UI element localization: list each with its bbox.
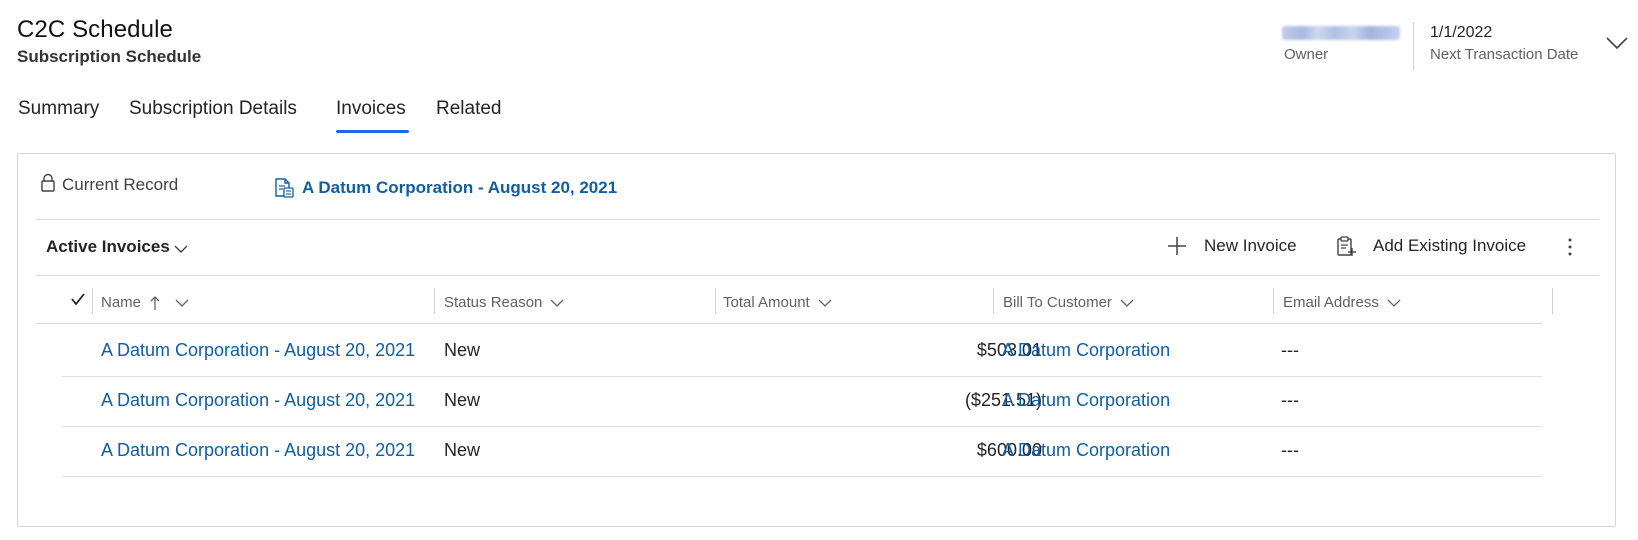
table-row[interactable]: A Datum Corporation - August 20, 2021 Ne… (62, 377, 1542, 427)
chevron-down-icon (550, 299, 564, 307)
more-options-icon[interactable] (1562, 236, 1578, 258)
invoice-name-link[interactable]: A Datum Corporation - August 20, 2021 (101, 340, 415, 361)
bill-to-customer-link[interactable]: A Datum Corporation (1002, 390, 1170, 411)
column-header-bill-to-customer[interactable]: Bill To Customer (1003, 294, 1134, 311)
column-header-bill-to-customer-label: Bill To Customer (1003, 294, 1112, 311)
invoice-document-icon (275, 178, 294, 198)
column-header-status-reason[interactable]: Status Reason (444, 294, 564, 311)
email-address-cell: --- (1281, 390, 1299, 410)
status-reason-cell: New (444, 340, 481, 360)
owner-field[interactable] (1282, 20, 1402, 40)
email-address-cell: --- (1281, 440, 1299, 460)
table-row[interactable]: A Datum Corporation - August 20, 2021 Ne… (62, 427, 1542, 477)
active-tab-indicator (336, 130, 409, 133)
tab-subscription-details[interactable]: Subscription Details (129, 98, 297, 120)
chevron-down-icon (175, 299, 189, 307)
chevron-down-icon (1120, 299, 1134, 307)
column-divider (434, 288, 435, 314)
status-reason-cell: New (444, 440, 481, 460)
chevron-down-icon (1387, 299, 1401, 307)
column-header-email-address-label: Email Address (1283, 294, 1379, 311)
column-divider (993, 288, 994, 314)
column-header-status-reason-label: Status Reason (444, 294, 543, 311)
page-subtitle: Subscription Schedule (17, 47, 202, 66)
email-address-cell: --- (1281, 340, 1299, 360)
bill-to-customer-link[interactable]: A Datum Corporation (1002, 440, 1170, 461)
sort-ascending-arrow-icon (150, 295, 160, 310)
column-header-name[interactable]: Name (101, 294, 189, 311)
expand-header-chevron-down-icon[interactable] (1604, 34, 1630, 52)
column-header-email-address[interactable]: Email Address (1283, 294, 1401, 311)
column-header-name-label: Name (101, 294, 142, 311)
tab-invoices[interactable]: Invoices (336, 98, 406, 120)
column-divider (1273, 288, 1274, 314)
status-reason-cell: New (444, 390, 481, 410)
bill-to-customer-link[interactable]: A Datum Corporation (1002, 340, 1170, 361)
new-invoice-button[interactable]: New Invoice (1166, 232, 1297, 260)
tab-summary[interactable]: Summary (18, 98, 99, 120)
lock-icon (41, 173, 55, 192)
add-existing-invoice-button[interactable]: Add Existing Invoice (1335, 232, 1526, 260)
column-header-total-amount[interactable]: Total Amount (723, 294, 832, 311)
column-divider (715, 288, 716, 314)
clipboard-add-icon (1337, 236, 1356, 256)
header-divider (1413, 22, 1414, 70)
next-transaction-date-label: Next Transaction Date (1430, 46, 1579, 63)
current-record-label: Current Record (62, 175, 179, 194)
new-invoice-label: New Invoice (1204, 236, 1297, 255)
tab-related[interactable]: Related (436, 98, 502, 120)
view-selector[interactable]: Active Invoices (46, 237, 170, 257)
chevron-down-icon (818, 299, 832, 307)
next-transaction-date-value: 1/1/2022 (1430, 24, 1493, 41)
owner-label: Owner (1284, 46, 1329, 63)
current-record-link[interactable]: A Datum Corporation - August 20, 2021 (302, 178, 617, 198)
column-divider (92, 288, 93, 314)
add-existing-invoice-label: Add Existing Invoice (1373, 236, 1527, 255)
table-row[interactable]: A Datum Corporation - August 20, 2021 Ne… (62, 327, 1542, 377)
view-chevron-down-icon[interactable] (174, 244, 188, 254)
plus-icon (1168, 237, 1186, 255)
owner-name-redacted[interactable] (1282, 26, 1400, 40)
column-header-total-amount-label: Total Amount (723, 294, 810, 311)
select-all-checkmark-icon[interactable] (70, 291, 86, 307)
page-title: C2C Schedule (17, 16, 173, 43)
panel-divider (36, 219, 1599, 220)
column-divider (1552, 288, 1553, 314)
invoice-name-link[interactable]: A Datum Corporation - August 20, 2021 (101, 440, 415, 461)
invoice-name-link[interactable]: A Datum Corporation - August 20, 2021 (101, 390, 415, 411)
